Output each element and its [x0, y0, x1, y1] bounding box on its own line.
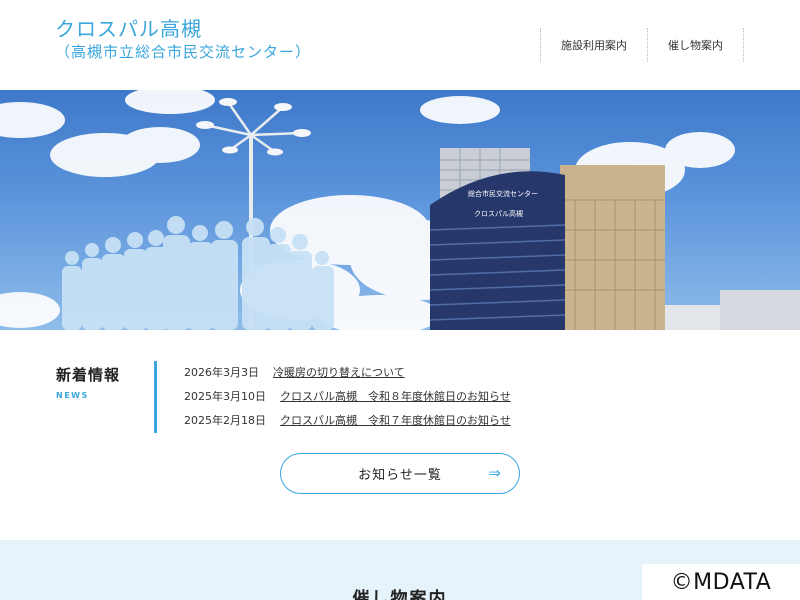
news-item: 2025年2月18日 クロスパル高槻 令和７年度休館日のお知らせ — [184, 409, 511, 433]
news-link[interactable]: クロスパル高槻 令和７年度休館日のお知らせ — [280, 409, 511, 433]
right-building — [720, 290, 800, 330]
building-sign-name: クロスパル高槻 — [474, 209, 523, 218]
news-subtitle: NEWS — [56, 391, 89, 400]
hero-illustration: 総合市民交流センター クロスパル高槻 — [0, 90, 800, 330]
news-link[interactable]: 冷暖房の切り替えについて — [273, 361, 405, 385]
copyright-watermark: ©MDATA — [642, 564, 800, 600]
news-link[interactable]: クロスパル高槻 令和８年度休館日のお知らせ — [280, 385, 511, 409]
main-nav: 施設利用案内 催し物案内 — [540, 28, 744, 62]
building-sign-top: 総合市民交流センター — [468, 189, 538, 198]
news-date: 2025年2月18日 — [184, 414, 266, 427]
news-item: 2026年3月3日 冷暖房の切り替えについて — [184, 361, 511, 385]
news-section: 新着情報 NEWS 2026年3月3日 冷暖房の切り替えについて 2025年3月… — [0, 330, 800, 540]
site-header: クロスパル高槻 （高槻市立総合市民交流センター） 施設利用案内 催し物案内 — [0, 0, 800, 90]
news-divider — [154, 361, 157, 433]
news-list-button[interactable]: お知らせ一覧 ⇒ — [280, 453, 520, 494]
nav-item-events[interactable]: 催し物案内 — [647, 28, 744, 62]
news-list-button-label: お知らせ一覧 — [358, 468, 442, 483]
arrow-right-icon: ⇒ — [488, 464, 501, 482]
right-low-building — [665, 305, 720, 330]
hero-image: 総合市民交流センター クロスパル高槻 — [0, 90, 800, 330]
logo-sub-text: （高槻市立総合市民交流センター） — [55, 43, 312, 61]
beige-building — [560, 165, 665, 330]
nav-item-facility-guide[interactable]: 施設利用案内 — [540, 28, 647, 62]
logo-main-text: クロスパル高槻 — [55, 17, 202, 41]
news-heading: 新着情報 NEWS — [56, 364, 120, 400]
news-date: 2025年3月10日 — [184, 390, 266, 403]
news-item: 2025年3月10日 クロスパル高槻 令和８年度休館日のお知らせ — [184, 385, 511, 409]
news-title: 新着情報 — [56, 366, 121, 384]
site-logo[interactable]: クロスパル高槻 （高槻市立総合市民交流センター） — [55, 17, 311, 62]
news-list: 2026年3月3日 冷暖房の切り替えについて 2025年3月10日 クロスパル高… — [184, 361, 511, 433]
news-date: 2026年3月3日 — [184, 366, 259, 379]
